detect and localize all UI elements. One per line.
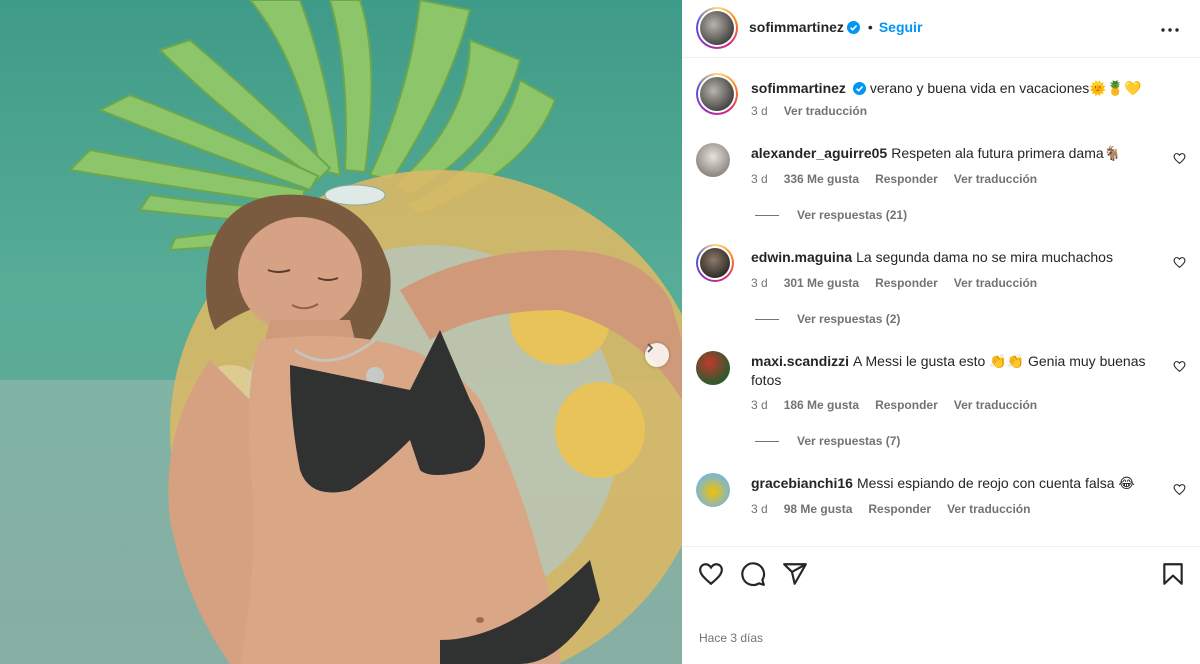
share-button[interactable] xyxy=(782,561,808,587)
post-panel: sofimmartinez • Seguir sofimmartinez veran… xyxy=(682,0,1200,664)
comment-likes[interactable]: 336 Me gusta xyxy=(784,172,859,186)
chevron-right-icon xyxy=(647,343,654,353)
share-icon xyxy=(783,563,807,585)
replies-divider xyxy=(755,214,779,216)
post-actions-bar: Hace 3 días xyxy=(682,546,1200,664)
heart-icon xyxy=(1173,153,1185,165)
comment-text: Messi espiando de reojo con cuenta falsa… xyxy=(856,475,1135,491)
bookmark-icon xyxy=(1163,563,1183,585)
heart-icon xyxy=(1173,484,1185,496)
comment-likes[interactable]: 98 Me gusta xyxy=(784,502,853,516)
like-comment-button[interactable] xyxy=(1172,360,1186,374)
comment-icon xyxy=(741,562,766,587)
commenter-avatar[interactable] xyxy=(696,143,730,177)
like-comment-button[interactable] xyxy=(1172,483,1186,497)
heart-icon xyxy=(1173,257,1185,269)
view-replies-label[interactable]: Ver respuestas (7) xyxy=(797,434,900,448)
see-translation-button[interactable]: Ver traducción xyxy=(954,276,1037,290)
separator-dot: • xyxy=(867,19,873,35)
comment-time[interactable]: 3 d xyxy=(751,276,768,290)
reply-button[interactable]: Responder xyxy=(875,398,938,412)
see-translation-button[interactable]: Ver traducción xyxy=(784,104,867,118)
see-translation-button[interactable]: Ver traducción xyxy=(947,502,1030,516)
commenter-username[interactable]: gracebianchi16 xyxy=(751,475,853,491)
comment-time[interactable]: 3 d xyxy=(751,502,768,516)
commenter-avatar[interactable] xyxy=(696,351,730,385)
commenter-avatar[interactable] xyxy=(696,244,734,282)
more-options-button[interactable] xyxy=(1158,18,1182,42)
reply-button[interactable]: Responder xyxy=(875,172,938,186)
photo-illustration xyxy=(0,0,682,664)
view-replies-label[interactable]: Ver respuestas (21) xyxy=(797,208,907,222)
like-button[interactable] xyxy=(698,561,724,587)
commenter-avatar[interactable] xyxy=(696,473,730,507)
heart-icon xyxy=(699,563,723,586)
comment-button[interactable] xyxy=(740,561,766,587)
caption-text: verano y buena vida en vacaciones🌞🍍💛 xyxy=(869,80,1142,96)
caption-time[interactable]: 3 d xyxy=(751,104,768,118)
post-time-ago[interactable]: Hace 3 días xyxy=(699,631,763,645)
post-header: sofimmartinez • Seguir xyxy=(682,0,1200,58)
see-translation-button[interactable]: Ver traducción xyxy=(954,172,1037,186)
comment-likes[interactable]: 301 Me gusta xyxy=(784,276,859,290)
view-replies-label[interactable]: Ver respuestas (2) xyxy=(797,312,900,326)
comment-text: Respeten ala futura primera dama🐐 xyxy=(891,145,1122,161)
reply-button[interactable]: Responder xyxy=(868,502,931,516)
comment-text: La segunda dama no se mira muchachos xyxy=(856,249,1113,265)
heart-icon xyxy=(1173,361,1185,373)
commenter-username[interactable]: edwin.maguina xyxy=(751,249,852,265)
save-button[interactable] xyxy=(1160,561,1186,587)
comment-likes[interactable]: 186 Me gusta xyxy=(784,398,859,412)
author-username[interactable]: sofimmartinez xyxy=(751,80,846,96)
replies-divider xyxy=(755,440,779,442)
comments-section[interactable]: sofimmartinez verano y buena vida en vac… xyxy=(682,59,1200,546)
verified-badge-icon xyxy=(846,21,860,34)
author-avatar[interactable] xyxy=(696,73,738,115)
view-replies-button[interactable]: Ver respuestas (2) xyxy=(755,312,900,326)
see-translation-button[interactable]: Ver traducción xyxy=(954,398,1037,412)
reply-button[interactable]: Responder xyxy=(875,276,938,290)
like-comment-button[interactable] xyxy=(1172,256,1186,270)
view-replies-button[interactable]: Ver respuestas (21) xyxy=(755,208,907,222)
commenter-username[interactable]: alexander_aguirre05 xyxy=(751,145,887,161)
commenter-username[interactable]: maxi.scandizzi xyxy=(751,353,849,369)
next-photo-button[interactable] xyxy=(645,343,669,367)
replies-divider xyxy=(755,318,779,320)
follow-button[interactable]: Seguir xyxy=(879,19,923,35)
verified-badge-icon xyxy=(852,82,866,95)
author-username[interactable]: sofimmartinez xyxy=(749,19,844,35)
post-photo[interactable] xyxy=(0,0,682,664)
like-comment-button[interactable] xyxy=(1172,152,1186,166)
more-options-icon xyxy=(1161,28,1179,32)
view-replies-button[interactable]: Ver respuestas (7) xyxy=(755,434,900,448)
comment-time[interactable]: 3 d xyxy=(751,398,768,412)
author-avatar[interactable] xyxy=(696,7,738,49)
comment-time[interactable]: 3 d xyxy=(751,172,768,186)
